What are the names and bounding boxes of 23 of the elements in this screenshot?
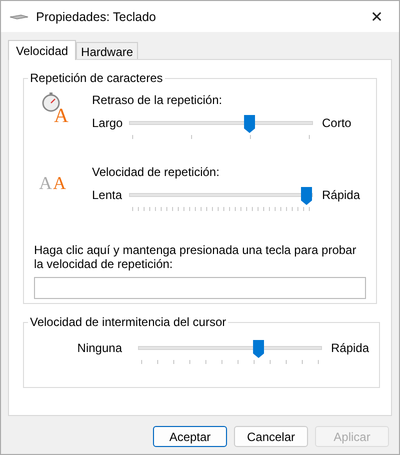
- group-title: Repetición de caracteres: [29, 71, 164, 85]
- slider-label: Velocidad de repetición:: [92, 165, 220, 179]
- group-title: Velocidad de intermitencia del cursor: [29, 315, 228, 329]
- dialog-button[interactable]: Aceptar: [153, 426, 227, 447]
- tab[interactable]: Velocidad: [8, 40, 76, 60]
- test-field[interactable]: [34, 277, 366, 299]
- slider-label: Retraso de la repetición:: [92, 93, 224, 107]
- letters-icon: AA: [40, 163, 72, 195]
- test-instructions: Haga clic aquí y mantenga presionada una tecla para probar la velocidad de repetición:: [34, 243, 358, 271]
- max-label: Corto: [322, 116, 352, 130]
- keyboard-icon: [9, 12, 29, 20]
- min-label: Lenta: [92, 188, 124, 202]
- tab[interactable]: Hardware: [76, 42, 138, 59]
- window-title: Propiedades: Teclado: [36, 10, 157, 24]
- min-label: Ninguna: [76, 341, 122, 355]
- dialog-button[interactable]: Cancelar: [234, 426, 308, 447]
- slider-thumb[interactable]: [244, 115, 256, 133]
- max-label: Rápida: [331, 341, 370, 355]
- close-button[interactable]: ✕: [355, 1, 399, 32]
- max-label: Rápida: [322, 188, 360, 202]
- slider-thumb[interactable]: [253, 340, 264, 358]
- min-label: Largo: [92, 116, 124, 130]
- slider-thumb[interactable]: [301, 187, 312, 205]
